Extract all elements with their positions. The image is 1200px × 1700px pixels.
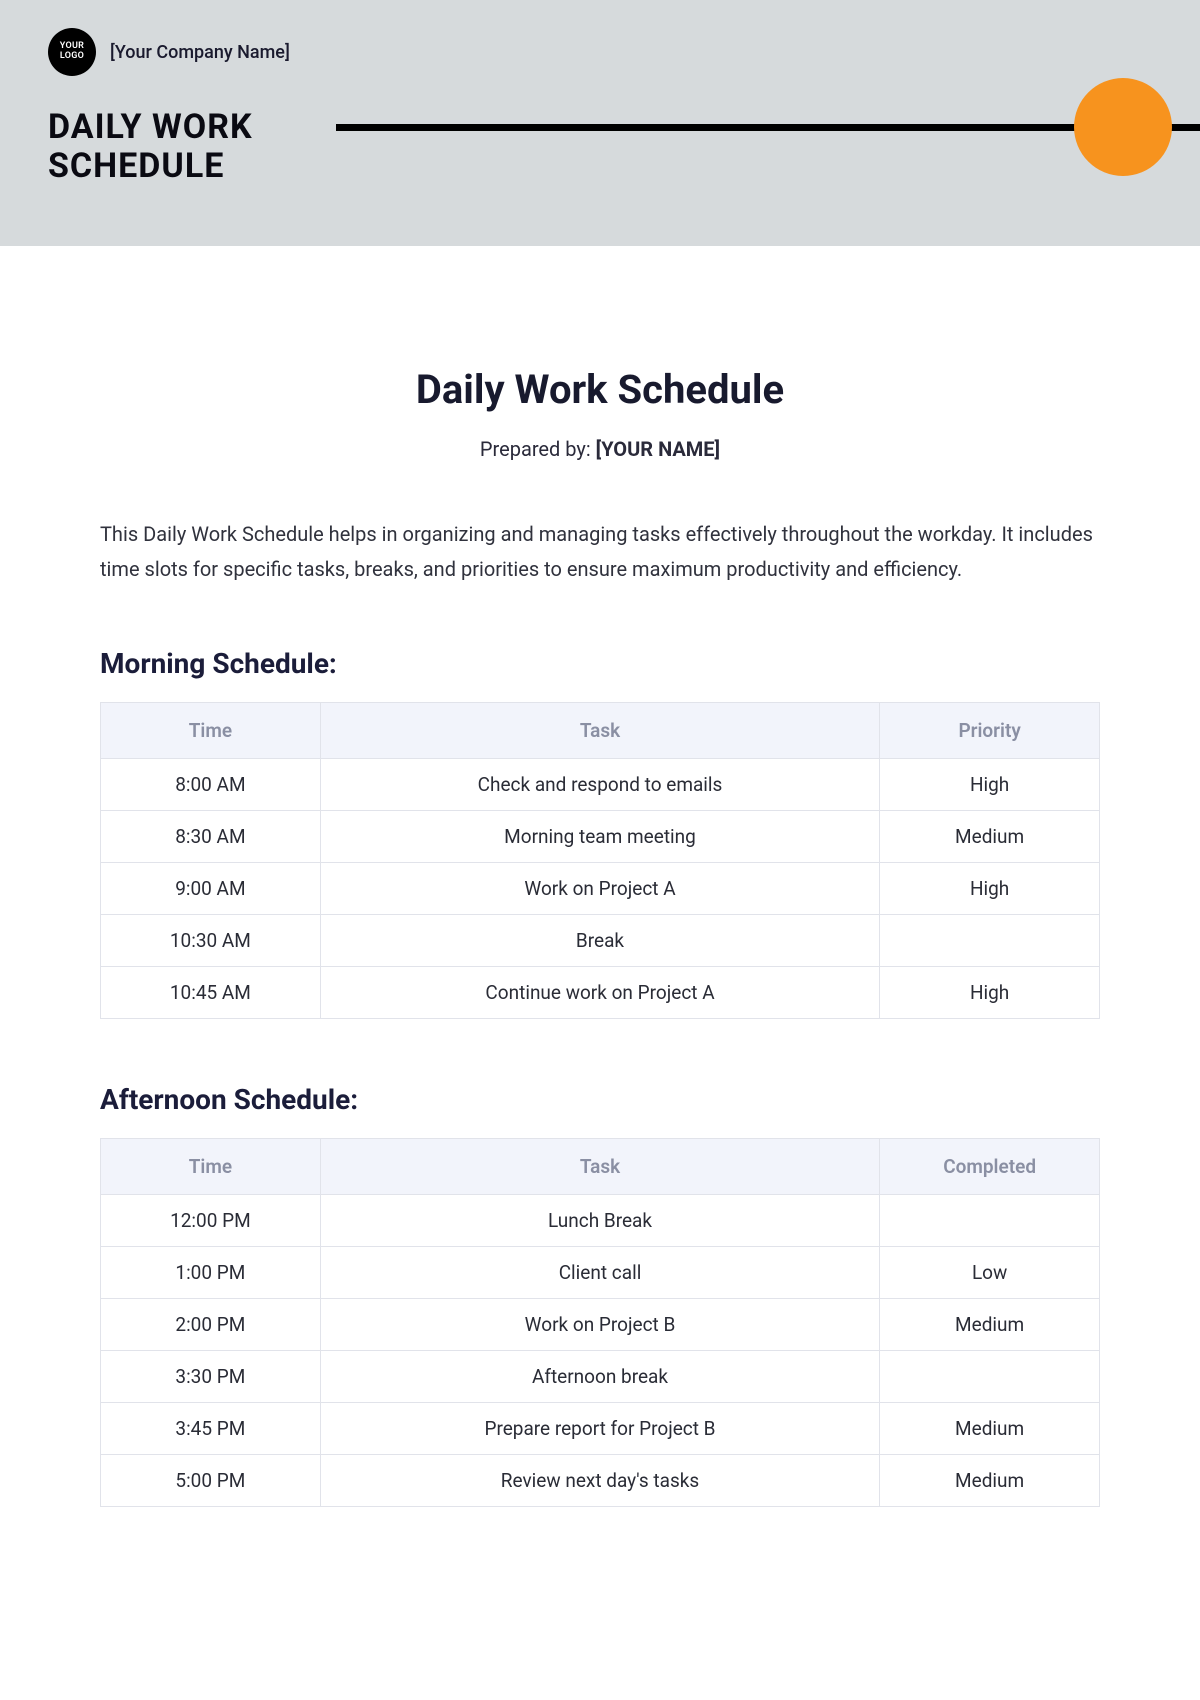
cell-completed <box>880 1351 1100 1403</box>
cell-task: Lunch Break <box>320 1195 879 1247</box>
table-row: 8:00 AM Check and respond to emails High <box>101 759 1100 811</box>
cell-task: Prepare report for Project B <box>320 1403 879 1455</box>
cell-task: Work on Project A <box>320 863 879 915</box>
table-row: 3:30 PM Afternoon break <box>101 1351 1100 1403</box>
cell-time: 2:00 PM <box>101 1299 321 1351</box>
table-row: 5:00 PM Review next day's tasks Medium <box>101 1455 1100 1507</box>
afternoon-schedule-table: Time Task Completed 12:00 PM Lunch Break… <box>100 1138 1100 1507</box>
banner-rule-wrap <box>336 122 1152 132</box>
cell-completed: Medium <box>880 1455 1100 1507</box>
banner-rule-line <box>336 124 1200 131</box>
cell-priority: High <box>880 967 1100 1019</box>
banner-accent-dot <box>1074 78 1172 176</box>
col-priority: Priority <box>880 703 1100 759</box>
morning-schedule-table: Time Task Priority 8:00 AM Check and res… <box>100 702 1100 1019</box>
company-name-placeholder: [Your Company Name] <box>110 42 290 63</box>
intro-paragraph: This Daily Work Schedule helps in organi… <box>100 517 1100 587</box>
table-row: 12:00 PM Lunch Break <box>101 1195 1100 1247</box>
cell-time: 12:00 PM <box>101 1195 321 1247</box>
banner-title: DAILY WORK SCHEDULE <box>48 108 308 186</box>
cell-priority: High <box>880 863 1100 915</box>
cell-completed: Low <box>880 1247 1100 1299</box>
cell-task: Check and respond to emails <box>320 759 879 811</box>
cell-time: 9:00 AM <box>101 863 321 915</box>
cell-time: 3:30 PM <box>101 1351 321 1403</box>
cell-task: Afternoon break <box>320 1351 879 1403</box>
col-time: Time <box>101 1139 321 1195</box>
document-title: Daily Work Schedule <box>100 366 1100 413</box>
col-task: Task <box>320 703 879 759</box>
col-completed: Completed <box>880 1139 1100 1195</box>
col-task: Task <box>320 1139 879 1195</box>
cell-time: 10:45 AM <box>101 967 321 1019</box>
table-row: 2:00 PM Work on Project B Medium <box>101 1299 1100 1351</box>
logo-placeholder: YOUR LOGO <box>48 28 96 76</box>
logo-text: YOUR LOGO <box>48 42 96 62</box>
brand-row: YOUR LOGO [Your Company Name] <box>48 28 1152 76</box>
document-content: Daily Work Schedule Prepared by: [YOUR N… <box>0 246 1200 1631</box>
table-row: 9:00 AM Work on Project A High <box>101 863 1100 915</box>
cell-task: Morning team meeting <box>320 811 879 863</box>
col-time: Time <box>101 703 321 759</box>
cell-task: Client call <box>320 1247 879 1299</box>
prepared-by-value: [YOUR NAME] <box>596 437 720 461</box>
table-row: 3:45 PM Prepare report for Project B Med… <box>101 1403 1100 1455</box>
cell-time: 8:30 AM <box>101 811 321 863</box>
cell-priority: High <box>880 759 1100 811</box>
cell-task: Work on Project B <box>320 1299 879 1351</box>
cell-completed: Medium <box>880 1403 1100 1455</box>
cell-task: Continue work on Project A <box>320 967 879 1019</box>
table-header-row: Time Task Completed <box>101 1139 1100 1195</box>
cell-task: Review next day's tasks <box>320 1455 879 1507</box>
cell-task: Break <box>320 915 879 967</box>
table-row: 10:30 AM Break <box>101 915 1100 967</box>
cell-time: 5:00 PM <box>101 1455 321 1507</box>
cell-time: 1:00 PM <box>101 1247 321 1299</box>
banner-title-row: DAILY WORK SCHEDULE <box>48 108 1152 186</box>
table-row: 8:30 AM Morning team meeting Medium <box>101 811 1100 863</box>
morning-heading: Morning Schedule: <box>100 647 1100 680</box>
cell-completed: Medium <box>880 1299 1100 1351</box>
prepared-by-line: Prepared by: [YOUR NAME] <box>100 437 1100 461</box>
table-row: 10:45 AM Continue work on Project A High <box>101 967 1100 1019</box>
cell-time: 8:00 AM <box>101 759 321 811</box>
cell-priority: Medium <box>880 811 1100 863</box>
cell-completed <box>880 1195 1100 1247</box>
prepared-by-label: Prepared by: <box>480 437 596 461</box>
table-row: 1:00 PM Client call Low <box>101 1247 1100 1299</box>
header-band: YOUR LOGO [Your Company Name] DAILY WORK… <box>0 0 1200 246</box>
cell-priority <box>880 915 1100 967</box>
table-header-row: Time Task Priority <box>101 703 1100 759</box>
cell-time: 10:30 AM <box>101 915 321 967</box>
afternoon-heading: Afternoon Schedule: <box>100 1083 1100 1116</box>
cell-time: 3:45 PM <box>101 1403 321 1455</box>
